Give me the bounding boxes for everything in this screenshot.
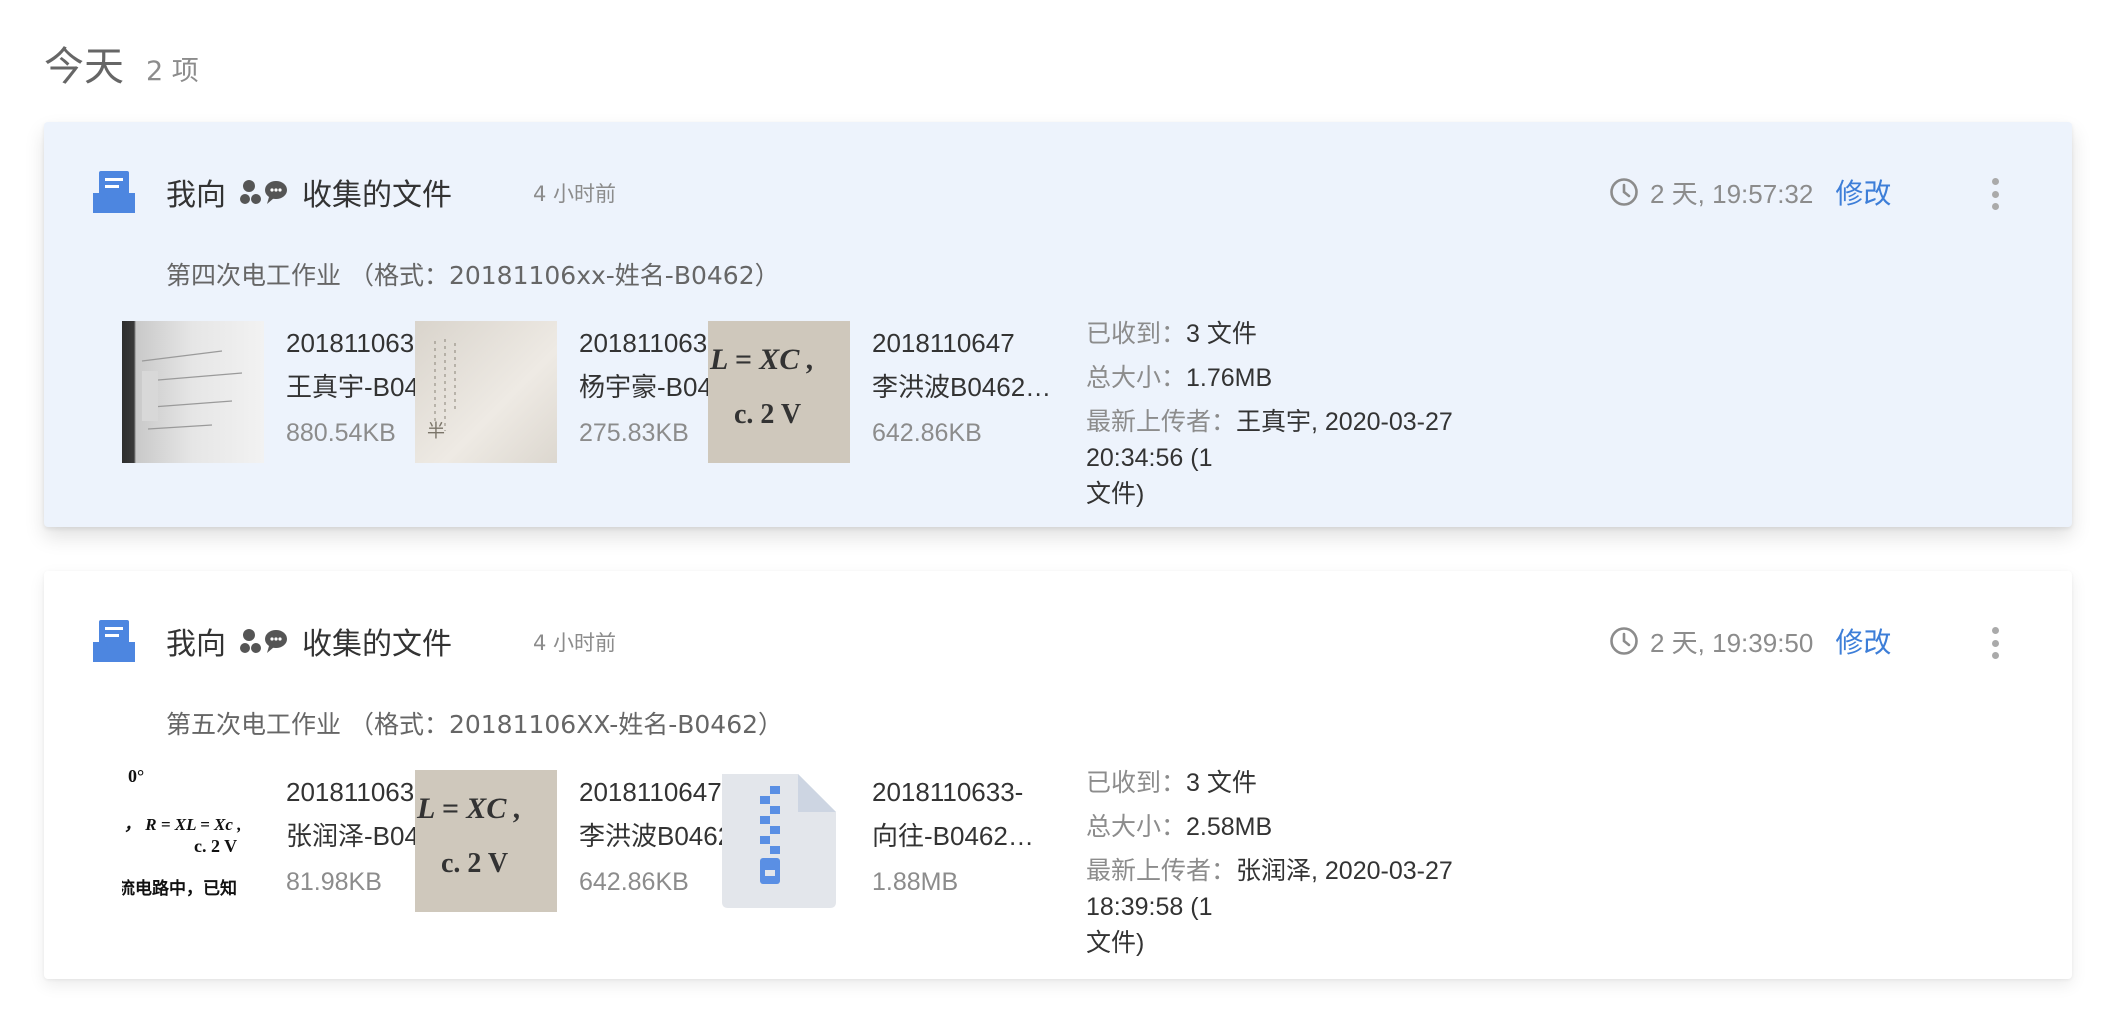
collection-card[interactable]: 我向 收集的文件 4 小时前 2 天, 19:57:32 修改 第四次电工作业 … [44, 122, 2072, 527]
svg-text:半: 半 [427, 421, 445, 441]
time-ago: 4 小时前 [533, 631, 617, 655]
edit-button[interactable]: 修改 [1835, 621, 1891, 661]
file-thumbnail: L = XC , c. 2 V [415, 770, 557, 912]
deadline: 2 天, 19:57:32 修改 [1608, 172, 1891, 212]
section-title: 今天 [44, 44, 124, 90]
file-item[interactable]: L = XC , c. 2 V 2018110647 李洪波B0462… 642… [708, 321, 1088, 463]
collection-title: 我向 收集的文件 [166, 626, 452, 662]
clock-icon [1610, 178, 1638, 206]
file-size: 275.83KB [579, 419, 689, 447]
time-remaining: 2 天, 19:39:50 [1650, 627, 1814, 658]
file-name: 2018110633- 向往-B0462… [872, 777, 1034, 851]
file-size: 1.88MB [872, 868, 959, 896]
zip-file-icon [708, 770, 850, 912]
collection-description: 第五次电工作业 （格式：20181106XX-姓名-B0462） [166, 710, 784, 739]
clock-icon [1610, 627, 1638, 655]
more-options-icon[interactable] [1989, 178, 2001, 210]
file-thumbnail: L = XC , c. 2 V [708, 321, 850, 463]
inbox-icon [93, 171, 135, 213]
section-header: 今天 2 项 [44, 34, 199, 92]
deadline: 2 天, 19:39:50 修改 [1608, 621, 1891, 661]
wechat-user-icon [236, 177, 292, 207]
section-count: 2 项 [146, 56, 199, 87]
collection-description: 第四次电工作业 （格式：20181106xx-姓名-B0462） [166, 261, 780, 290]
file-thumbnail: 0° ， R = XL = Xc , c. 2 V 流电路中，已知 [122, 770, 264, 912]
time-remaining: 2 天, 19:57:32 [1650, 178, 1814, 209]
more-options-icon[interactable] [1989, 627, 2001, 659]
collection-stats: 已收到：3 文件 总大小：2.58MB 最新上传者：张润泽, 2020-03-2… [1086, 768, 1453, 957]
file-thumbnail: 半 [415, 321, 557, 463]
time-ago: 4 小时前 [533, 182, 617, 206]
file-size: 642.86KB [579, 868, 689, 896]
wechat-user-icon [236, 626, 292, 656]
edit-button[interactable]: 修改 [1835, 172, 1891, 212]
file-size: 642.86KB [872, 419, 982, 447]
collection-stats: 已收到：3 文件 总大小：1.76MB 最新上传者：王真宇, 2020-03-2… [1086, 319, 1453, 508]
collection-card[interactable]: 我向 收集的文件 4 小时前 2 天, 19:39:50 修改 第五次电工作业 … [44, 571, 2072, 979]
file-name: 2018110647 李洪波B0462… [872, 328, 1052, 402]
file-size: 880.54KB [286, 419, 396, 447]
file-thumbnail [122, 321, 264, 463]
file-item[interactable]: 2018110633- 向往-B0462… 1.88MB [708, 770, 1088, 912]
file-size: 81.98KB [286, 868, 382, 896]
inbox-icon [93, 620, 135, 662]
collection-title: 我向 收集的文件 [166, 177, 452, 213]
